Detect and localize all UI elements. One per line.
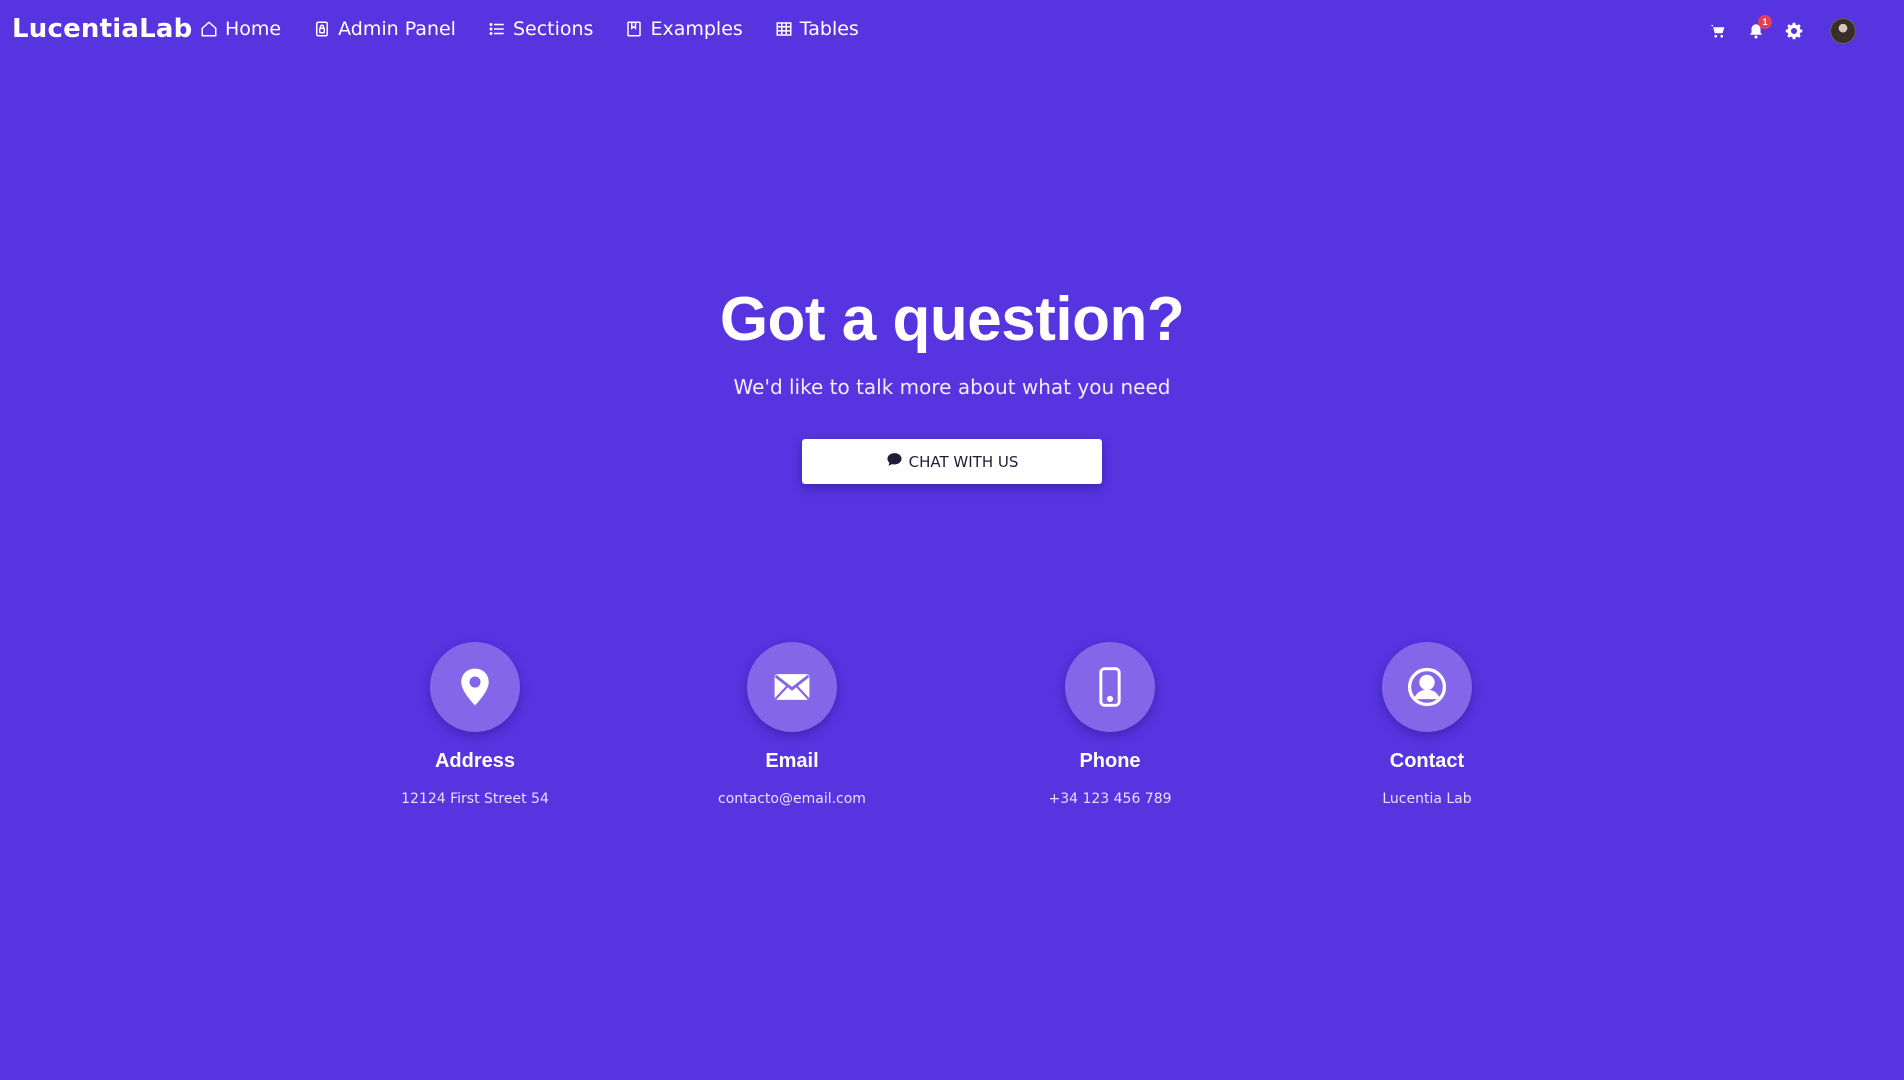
info-text[interactable]: +34 123 456 789 (990, 791, 1230, 807)
nav-link-examples[interactable]: Examples (625, 18, 743, 40)
info-item-email: Email contacto@email.com (672, 642, 912, 807)
info-title: Contact (1389, 750, 1465, 772)
nav-link-label: Admin Panel (338, 18, 456, 40)
notifications-button[interactable]: 1 (1746, 15, 1772, 41)
info-text: Lucentia Lab (1382, 791, 1472, 807)
info-item-contact: Contact Lucentia Lab (1307, 642, 1547, 807)
chat-bubble-icon (886, 451, 903, 472)
user-circle-icon (1405, 665, 1449, 709)
settings-button[interactable] (1784, 21, 1804, 41)
top-navbar: LucentiaLab Home Admin Panel Sections Ex… (0, 0, 1904, 62)
nav-link-label: Tables (799, 18, 859, 40)
chat-button-label: CHAT WITH US (908, 452, 1019, 471)
chat-with-us-button[interactable]: CHAT WITH US (802, 439, 1102, 484)
gear-icon (1785, 22, 1803, 40)
nav-link-label: Examples (650, 18, 743, 40)
home-icon (200, 20, 218, 38)
address-icon-circle (430, 642, 520, 732)
hero-subtitle: We'd like to talk more about what you ne… (733, 375, 1171, 399)
info-title: Address (434, 750, 516, 772)
nav-link-home[interactable]: Home (200, 18, 281, 40)
info-title: Email (765, 750, 819, 772)
info-item-phone: Phone +34 123 456 789 (990, 642, 1230, 807)
user-avatar[interactable] (1830, 18, 1856, 44)
info-title: Phone (1079, 750, 1141, 772)
lock-icon (313, 20, 331, 38)
hero-title: Got a question? (719, 285, 1185, 354)
map-pin-icon (453, 665, 497, 709)
info-item-address: Address 12124 First Street 54 (355, 642, 595, 807)
info-text[interactable]: contacto@email.com (672, 791, 912, 807)
notification-badge: 1 (1758, 15, 1772, 29)
table-icon (775, 20, 793, 38)
nav-link-admin-panel[interactable]: Admin Panel (313, 18, 456, 40)
email-icon-circle (747, 642, 837, 732)
nav-links: Home Admin Panel Sections Examples Table… (200, 18, 859, 40)
brand-logo[interactable]: LucentiaLab (12, 14, 192, 44)
phone-icon (1088, 665, 1132, 709)
cart-icon (1709, 22, 1727, 40)
nav-right-actions: 1 (1708, 15, 1856, 44)
info-text: 12124 First Street 54 (401, 791, 549, 807)
nav-link-sections[interactable]: Sections (488, 18, 594, 40)
list-icon (488, 20, 506, 38)
nav-link-tables[interactable]: Tables (775, 18, 859, 40)
hero-section: Got a question? We'd like to talk more a… (0, 285, 1904, 484)
cart-button[interactable] (1708, 21, 1728, 41)
envelope-icon (770, 665, 814, 709)
phone-icon-circle (1065, 642, 1155, 732)
book-icon (625, 20, 643, 38)
nav-link-label: Home (225, 18, 282, 40)
contact-icon-circle (1382, 642, 1472, 732)
nav-link-label: Sections (512, 18, 594, 40)
